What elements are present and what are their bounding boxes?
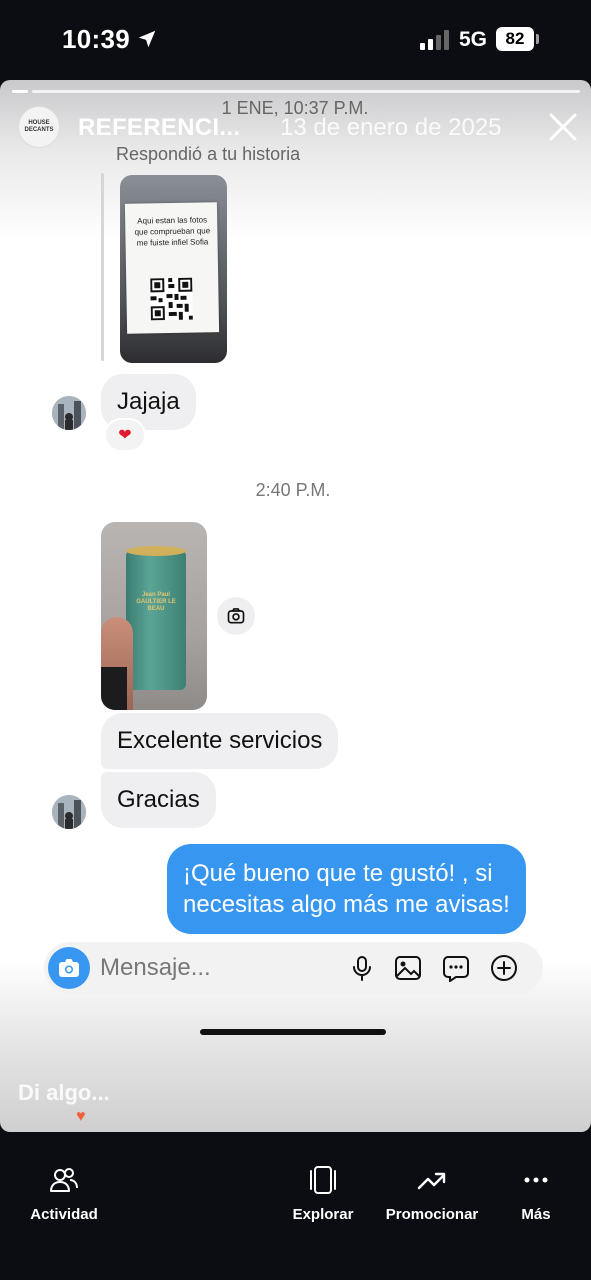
signal-bars-icon bbox=[420, 30, 449, 50]
nav-activity[interactable]: Actividad bbox=[24, 1164, 104, 1223]
sleeve bbox=[101, 667, 127, 710]
story-reply-thumbnail[interactable]: Aqui estan las fotos que comprueban que … bbox=[120, 175, 227, 363]
story-progress-bar bbox=[12, 90, 580, 93]
contact-avatar[interactable] bbox=[52, 396, 86, 430]
add-icon[interactable] bbox=[490, 954, 518, 982]
reply-indicator-line bbox=[101, 173, 104, 361]
network-type: 5G bbox=[459, 28, 488, 51]
explore-icon bbox=[310, 1166, 336, 1194]
chat-timestamp: 1 ENE, 10:37 P.M. bbox=[221, 98, 369, 118]
home-indicator bbox=[200, 1029, 386, 1035]
message-input[interactable] bbox=[100, 952, 330, 984]
status-bar: 10:39 5G 82 bbox=[0, 0, 591, 80]
story-note-paper: Aqui estan las fotos que comprueban que … bbox=[124, 202, 220, 334]
camera-icon[interactable] bbox=[48, 947, 90, 989]
message-composer bbox=[44, 942, 543, 994]
nav-explore-label: Explorar bbox=[292, 1206, 354, 1223]
qr-code-icon bbox=[150, 277, 193, 321]
account-avatar[interactable]: HOUSE DECANTS bbox=[18, 106, 60, 148]
heart-reaction-icon[interactable]: ❤ bbox=[106, 420, 144, 450]
sent-message-line: ¡Qué bueno que te gustó! , si bbox=[183, 860, 493, 887]
sent-message-line: necesitas algo más me avisas! bbox=[183, 891, 510, 918]
story-card: HOUSE DECANTS REFERENCI... 13 de enero de… bbox=[0, 80, 591, 1132]
contact-avatar[interactable] bbox=[52, 795, 86, 829]
like-heart-icon[interactable]: ♥ bbox=[76, 1108, 86, 1126]
message-bubble[interactable]: Gracias bbox=[101, 772, 216, 828]
location-arrow-icon bbox=[138, 30, 156, 48]
trending-up-icon bbox=[417, 1172, 446, 1190]
people-icon bbox=[50, 1168, 78, 1192]
more-dots-icon bbox=[524, 1177, 548, 1183]
story-reply-input[interactable]: Di algo... bbox=[18, 1080, 110, 1106]
account-logo: HOUSE DECANTS bbox=[24, 120, 54, 133]
perfume-can-lid bbox=[126, 546, 186, 556]
nav-more[interactable]: Más bbox=[510, 1164, 562, 1223]
photo-message[interactable]: Jean Paul GAULTIER LE BEAU bbox=[101, 522, 207, 710]
bottom-nav: Actividad Explorar Promocionar Más bbox=[0, 1132, 591, 1280]
camera-reply-icon[interactable] bbox=[217, 597, 255, 635]
microphone-icon[interactable] bbox=[348, 954, 376, 982]
sticker-chat-icon[interactable] bbox=[442, 954, 470, 982]
replied-to-story-label: Respondió a tu historia bbox=[116, 144, 301, 164]
nav-promote[interactable]: Promocionar bbox=[380, 1164, 484, 1223]
chat-timestamp: 2:40 P.M. bbox=[255, 480, 331, 500]
battery-level: 82 bbox=[496, 27, 534, 51]
close-icon[interactable] bbox=[546, 110, 580, 144]
nav-promote-label: Promocionar bbox=[385, 1206, 479, 1223]
message-bubble[interactable]: Excelente servicios bbox=[101, 713, 339, 769]
nav-activity-label: Actividad bbox=[30, 1206, 98, 1223]
sent-message-bubble[interactable]: ¡Qué bueno que te gustó! , si necesitas … bbox=[167, 844, 526, 934]
battery-tip bbox=[536, 34, 539, 44]
nav-more-label: Más bbox=[521, 1206, 551, 1223]
perfume-can bbox=[126, 550, 186, 690]
gallery-icon[interactable] bbox=[394, 954, 422, 982]
story-note-text: Aqui estan las fotos que comprueban que … bbox=[134, 215, 211, 248]
perfume-label: Jean Paul GAULTIER LE BEAU bbox=[136, 592, 176, 612]
status-time: 10:39 bbox=[62, 24, 130, 54]
nav-explore[interactable]: Explorar bbox=[286, 1164, 360, 1223]
